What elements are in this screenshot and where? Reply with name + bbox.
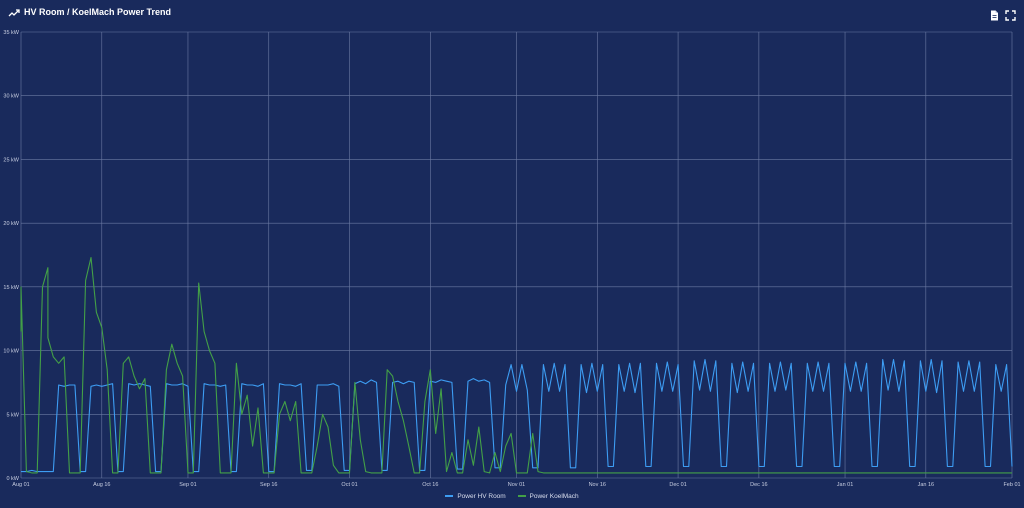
legend-swatch-hv-room: [445, 495, 454, 498]
x-tick-label: Feb 01: [1003, 482, 1020, 488]
legend-label-hv-room: Power HV Room: [457, 493, 506, 500]
y-tick-label: 10 kW: [3, 349, 19, 355]
power-trend-chart: 0 kW5 kW10 kW15 kW20 kW25 kW30 kW35 kW A…: [3, 30, 1020, 488]
x-tick-label: Oct 16: [422, 482, 438, 488]
panel-title: HV Room / KoelMach Power Trend: [24, 7, 172, 17]
legend-item-hv-room[interactable]: Power HV Room: [445, 493, 506, 500]
y-tick-label: 30 kW: [3, 94, 19, 100]
fullscreen-button[interactable]: [1005, 8, 1016, 21]
y-axis-ticks: 0 kW5 kW10 kW15 kW20 kW25 kW30 kW35 kW: [3, 30, 19, 482]
x-tick-label: Jan 16: [918, 482, 935, 488]
x-tick-label: Sep 16: [260, 482, 277, 488]
fullscreen-icon: [1005, 10, 1016, 21]
x-tick-label: Aug 01: [12, 482, 29, 488]
legend-label-koelmach: Power KoelMach: [529, 493, 579, 500]
y-tick-label: 25 kW: [3, 157, 19, 163]
x-tick-label: Oct 01: [341, 482, 357, 488]
trend-line-icon: [8, 9, 20, 17]
y-tick-label: 35 kW: [3, 30, 19, 36]
x-axis-ticks: Aug 01 Aug 16 Sep 01 Sep 16 Oct 01 Oct 16 Nov …: [12, 482, 1020, 488]
document-icon: [991, 10, 998, 21]
chart-legend: Power HV Room Power KoelMach: [0, 493, 1024, 505]
y-tick-label: 15 kW: [3, 285, 19, 291]
legend-swatch-koelmach: [517, 495, 526, 498]
x-tick-label: Nov 01: [508, 482, 525, 488]
legend-item-koelmach[interactable]: Power KoelMach: [517, 493, 579, 500]
x-tick-label: Sep 01: [179, 482, 196, 488]
y-tick-label: 20 kW: [3, 221, 19, 227]
export-pdf-button[interactable]: [989, 8, 1000, 21]
panel-header: HV Room / KoelMach Power Trend: [0, 0, 1024, 26]
x-tick-label: Dec 01: [669, 482, 686, 488]
y-tick-label: 5 kW: [6, 412, 19, 418]
x-tick-label: Jan 01: [837, 482, 854, 488]
chart-grid: [20, 31, 1013, 479]
x-tick-label: Nov 16: [589, 482, 606, 488]
x-tick-label: Aug 16: [93, 482, 110, 488]
x-tick-label: Dec 16: [750, 482, 767, 488]
